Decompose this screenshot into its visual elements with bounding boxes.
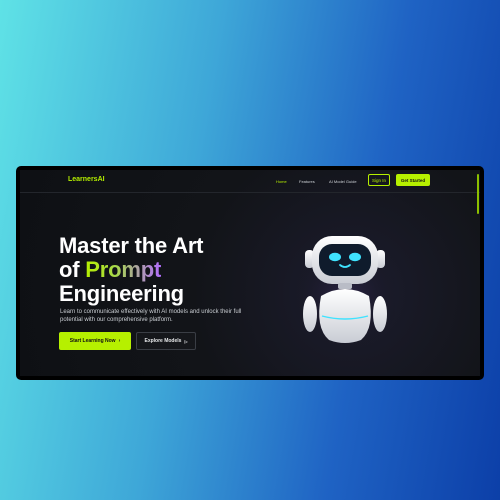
hero-title-line-3: Engineering	[59, 281, 184, 306]
brand-logo[interactable]: LearnersAI	[68, 176, 105, 183]
hero-description: Learn to communicate effectively with AI…	[60, 309, 242, 323]
hero-title-line-2: of Prompt	[59, 258, 203, 282]
sign-in-button[interactable]: Sign In	[368, 174, 390, 186]
hero-title-of: of	[59, 257, 80, 282]
scrollbar-thumb[interactable]	[477, 174, 479, 214]
get-started-button[interactable]: Get Started	[396, 174, 430, 186]
nav-link-home[interactable]: Home	[276, 179, 287, 184]
sign-in-label: Sign In	[371, 177, 386, 183]
hero-title-line-1: Master the Art	[59, 233, 204, 258]
browser-frame: LearnersAI Home Features AI Model Guide …	[16, 166, 484, 380]
explore-models-label: Explore Models	[144, 338, 182, 344]
start-learning-label: Start Learning Now	[69, 338, 116, 344]
website-screen: LearnersAI Home Features AI Model Guide …	[20, 170, 480, 376]
get-started-label: Get Started	[400, 177, 426, 183]
top-navigation: LearnersAI Home Features AI Model Guide …	[20, 170, 480, 193]
nav-link-ai-model-guide[interactable]: AI Model Guide	[329, 179, 357, 184]
play-icon: ▷	[184, 338, 188, 344]
start-learning-button[interactable]: Start Learning Now ›	[59, 332, 131, 350]
hero-title: Master the Art of Prompt Engineering	[59, 233, 204, 306]
chevron-right-icon: ›	[118, 338, 121, 344]
nav-link-features[interactable]: Features	[299, 179, 315, 184]
hero-title-highlight: Prompt	[85, 257, 162, 282]
explore-models-button[interactable]: Explore Models ▷	[136, 332, 196, 350]
robot-mascot-icon	[295, 236, 395, 348]
